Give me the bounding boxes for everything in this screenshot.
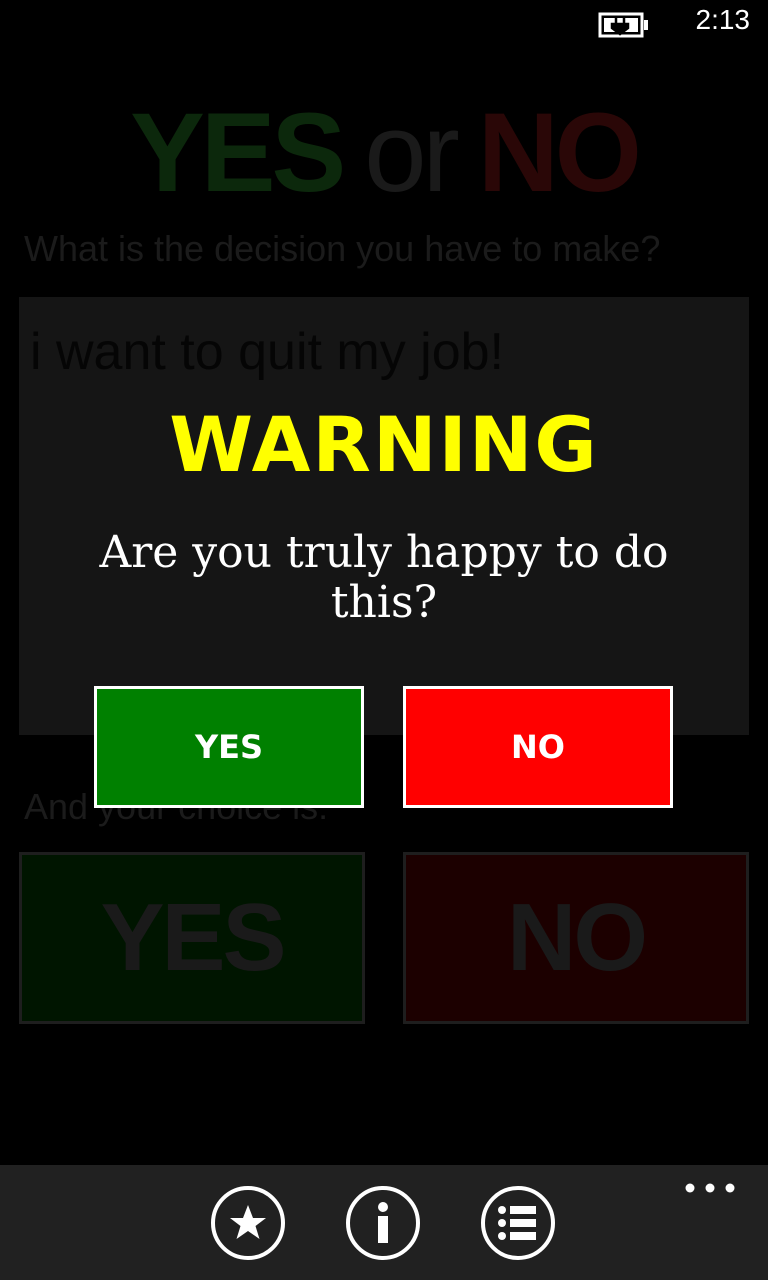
- app-title-no: NO: [477, 90, 642, 215]
- warning-message: Are you truly happy to do this?: [99, 527, 669, 628]
- warning-title: WARNING: [169, 400, 599, 489]
- choice-no-tile: NO: [403, 852, 749, 1024]
- decision-input-value: i want to quit my job!: [30, 323, 504, 381]
- dialog-yes-button[interactable]: YES: [94, 686, 364, 808]
- info-icon[interactable]: [345, 1185, 421, 1261]
- list-icon[interactable]: [480, 1185, 556, 1261]
- app-title: YES or NO: [0, 88, 768, 217]
- question-label: What is the decision you have to make?: [24, 228, 661, 269]
- star-icon[interactable]: [210, 1185, 286, 1261]
- app-title-yes: YES: [130, 90, 346, 215]
- app-bar: [0, 1165, 768, 1280]
- dialog-no-button[interactable]: NO: [403, 686, 673, 808]
- app-title-or: or: [364, 90, 460, 215]
- choice-yes-tile: YES: [19, 852, 365, 1024]
- more-icon[interactable]: [682, 1176, 738, 1204]
